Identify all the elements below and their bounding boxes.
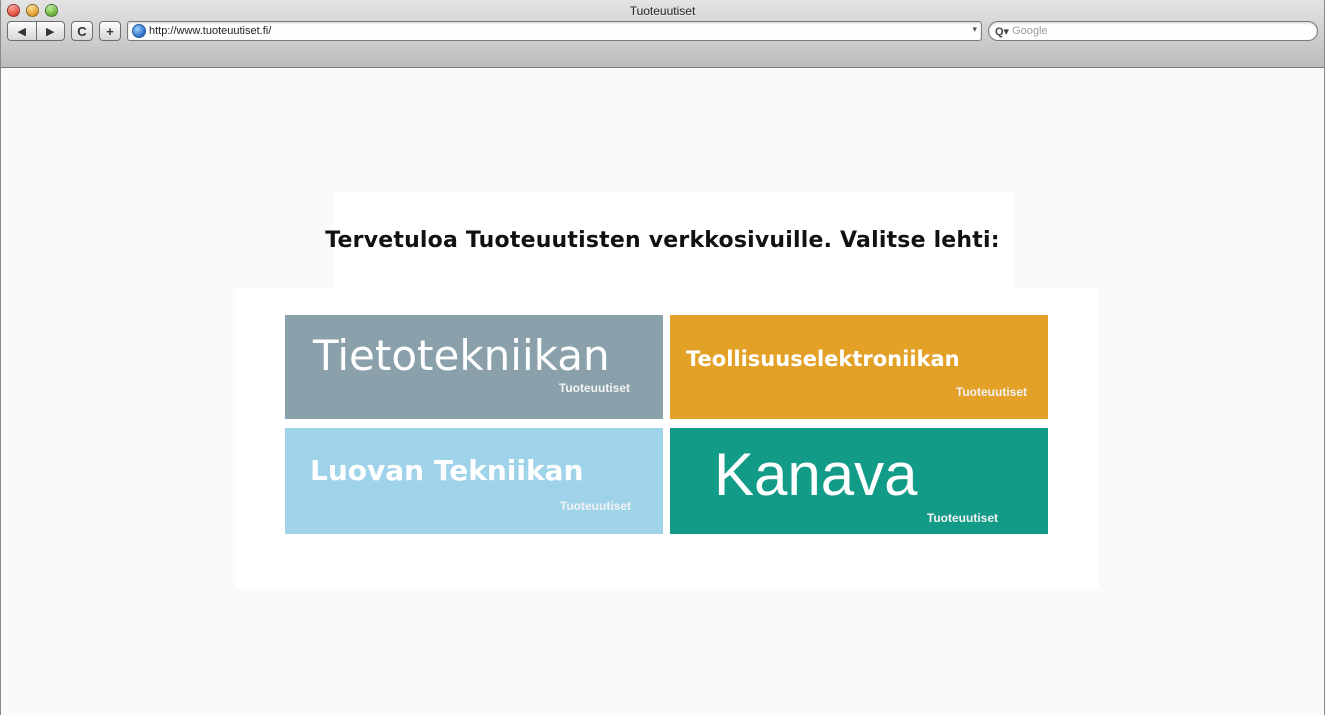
address-dropdown-icon[interactable]: ▾ [972,24,977,35]
search-field[interactable]: Q▾ [988,21,1318,41]
browser-chrome: Tuoteuutiset ◀ ▶ C + http://www.tuoteuut… [1,0,1324,68]
tile-subtitle: Tuoteuutiset [926,511,998,525]
tile-kanava[interactable]: Kanava Tuoteuutiset [670,428,1048,534]
search-icon[interactable]: Q▾ [995,25,1009,38]
back-button[interactable]: ◀ [7,21,36,41]
tile-teollisuuselektroniikan[interactable]: Teollisuuselektroniikan Tuoteuutiset [670,315,1048,419]
tile-title: Teollisuuselektroniikan [686,347,960,371]
reload-button[interactable]: C [71,21,93,41]
page-content: Tervetuloa Tuoteuutisten verkkosivuille.… [1,68,1324,715]
add-bookmark-button[interactable]: + [99,21,121,41]
tile-subtitle: Tuoteuutiset [559,499,631,513]
globe-icon [132,24,146,38]
nav-buttons: ◀ ▶ [7,21,65,41]
tile-luovan-tekniikan[interactable]: Luovan Tekniikan Tuoteuutiset [285,428,663,534]
tile-title: Kanava [714,441,918,508]
tile-title: Tietotekniikan [313,331,610,380]
welcome-heading: Tervetuloa Tuoteuutisten verkkosivuille.… [325,228,1000,253]
tile-subtitle: Tuoteuutiset [558,381,630,395]
window-title: Tuoteuutiset [629,4,696,18]
tile-tietotekniikan[interactable]: Tietotekniikan Tuoteuutiset [285,315,663,419]
search-input[interactable] [1012,25,1293,37]
address-bar[interactable]: http://www.tuoteuutiset.fi/ ▾ [127,21,982,41]
forward-button[interactable]: ▶ [35,21,65,41]
browser-window: Tuoteuutiset ◀ ▶ C + http://www.tuoteuut… [0,0,1325,715]
tile-subtitle: Tuoteuutiset [955,385,1027,399]
tile-title: Luovan Tekniikan [310,454,584,487]
url-text[interactable]: http://www.tuoteuutiset.fi/ [149,25,271,37]
toolbar: ◀ ▶ C + http://www.tuoteuutiset.fi/ ▾ Q▾ [7,20,1318,42]
